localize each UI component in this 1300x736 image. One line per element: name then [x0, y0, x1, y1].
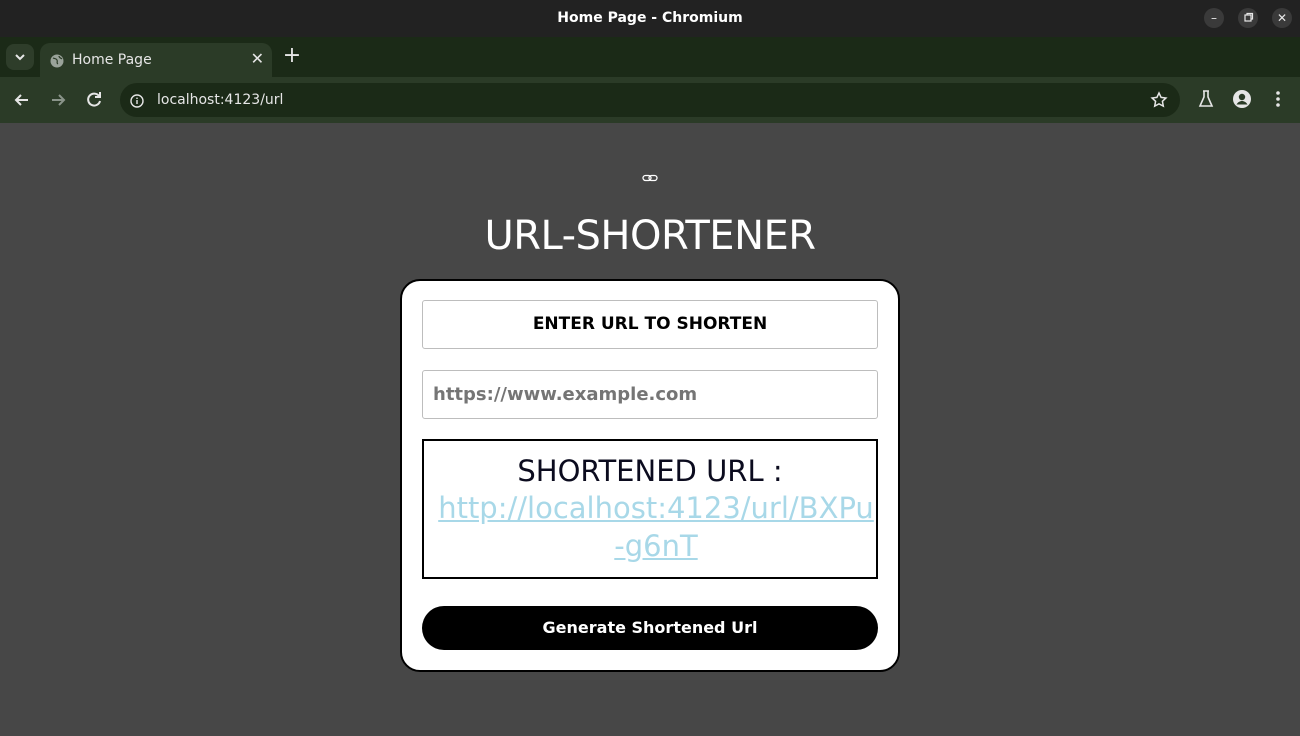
- profile-avatar-icon[interactable]: [1232, 89, 1252, 113]
- more-menu-icon[interactable]: [1270, 89, 1286, 113]
- restore-icon[interactable]: [1238, 8, 1258, 28]
- browser-toolbar: localhost:4123/url: [0, 77, 1300, 123]
- tab-home-page[interactable]: Home Page ✕: [40, 43, 272, 77]
- close-window-icon[interactable]: ✕: [1272, 8, 1292, 28]
- result-box: SHORTENED URL : http://localhost:4123/ur…: [422, 439, 878, 579]
- address-bar[interactable]: localhost:4123/url: [120, 83, 1180, 117]
- labs-flask-icon[interactable]: [1197, 89, 1215, 113]
- forward-icon[interactable]: [46, 88, 70, 112]
- globe-icon: [50, 53, 64, 72]
- new-tab-button[interactable]: +: [280, 45, 304, 69]
- page-content: URL-SHORTENER ENTER URL TO SHORTEN SHORT…: [0, 123, 1300, 736]
- page-title: URL-SHORTENER: [484, 213, 816, 259]
- reload-icon[interactable]: [82, 88, 106, 112]
- window-title: Home Page - Chromium: [557, 10, 743, 26]
- back-icon[interactable]: [10, 88, 34, 112]
- tab-search-button[interactable]: [6, 44, 34, 70]
- result-label: SHORTENED URL :: [517, 454, 783, 488]
- generate-button[interactable]: Generate Shortened Url: [422, 606, 878, 650]
- form-label: ENTER URL TO SHORTEN: [422, 300, 878, 349]
- window-title-bar: Home Page - Chromium – ✕: [0, 0, 1300, 37]
- bookmark-star-icon[interactable]: [1150, 91, 1168, 113]
- link-icon: [642, 169, 658, 188]
- site-info-icon[interactable]: [130, 93, 144, 112]
- close-tab-icon[interactable]: ✕: [251, 49, 264, 68]
- tab-strip: Home Page ✕ +: [0, 37, 1300, 77]
- minimize-icon[interactable]: –: [1204, 8, 1224, 28]
- url-input[interactable]: [422, 370, 878, 419]
- shortener-card: ENTER URL TO SHORTEN SHORTENED URL : htt…: [400, 279, 900, 672]
- chevron-down-icon: [15, 54, 25, 61]
- tab-title: Home Page: [72, 52, 152, 68]
- shortened-url-link[interactable]: http://localhost:4123/url/BXPu-g6nT: [424, 489, 878, 565]
- address-url: localhost:4123/url: [157, 92, 284, 108]
